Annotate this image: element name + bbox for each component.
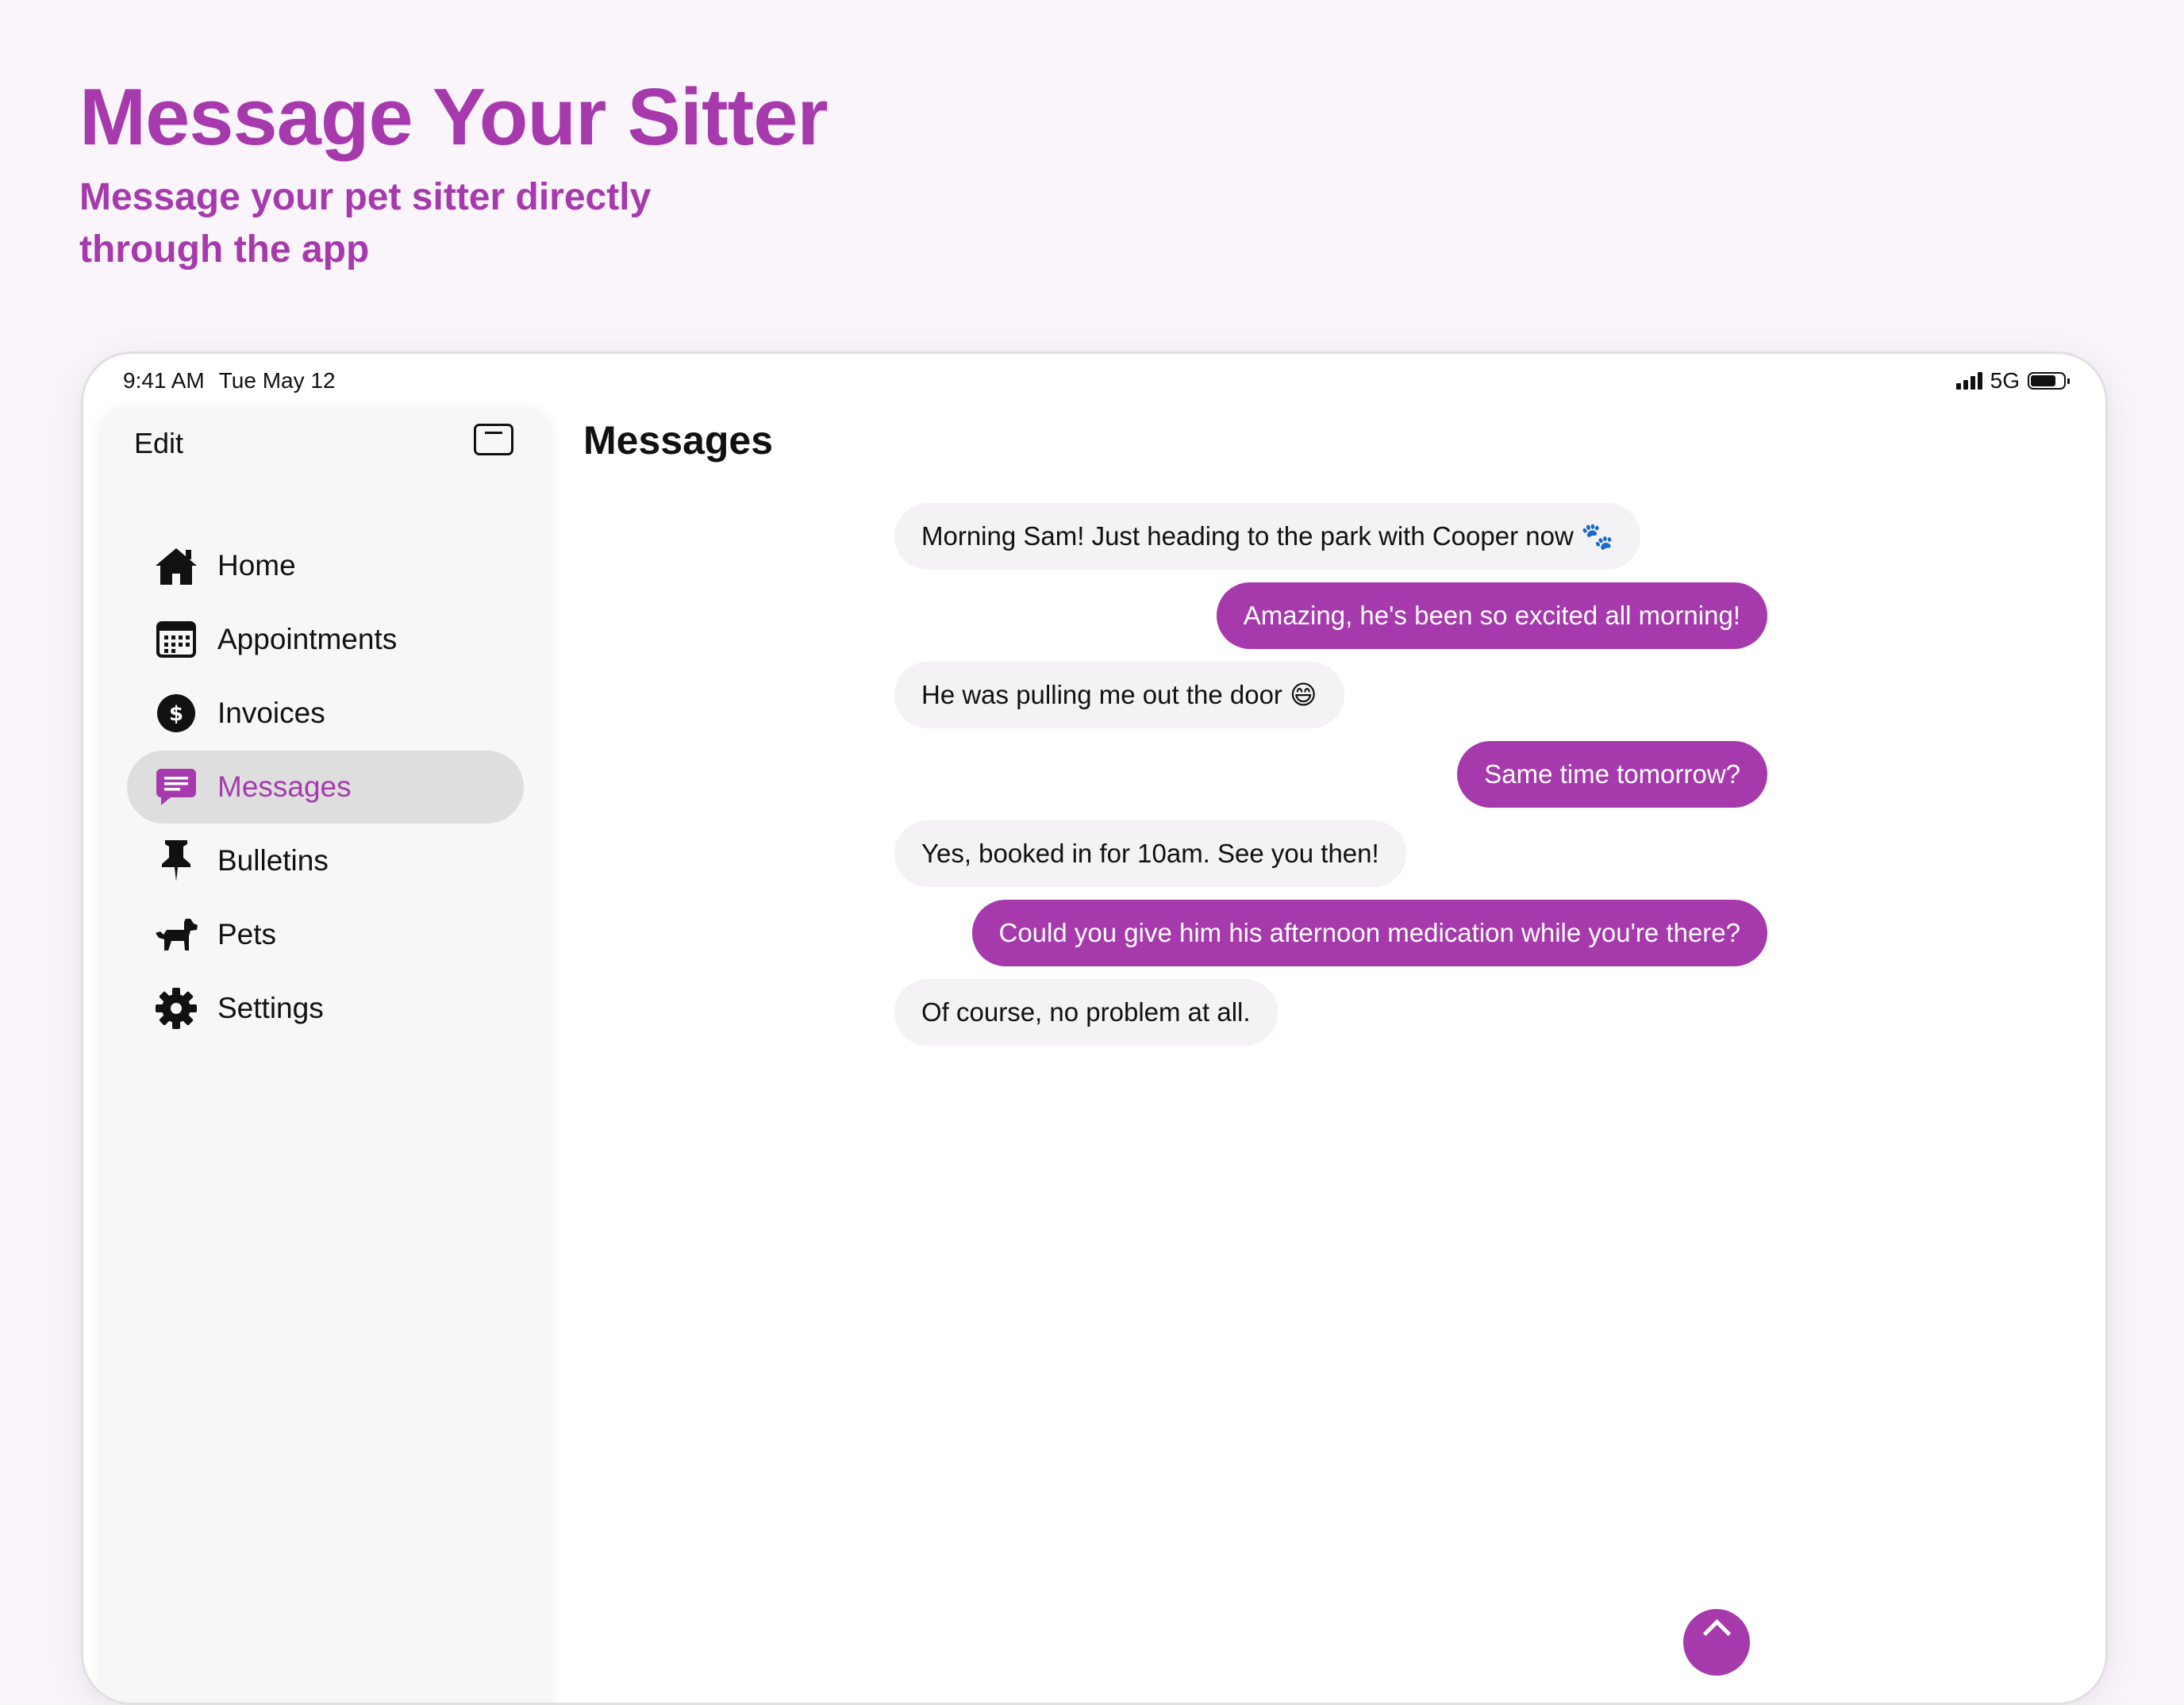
sidebar-item-label: Settings [217, 992, 324, 1024]
calendar-icon [154, 617, 198, 662]
sidebar: Edit Home Appointments $ Invoices Messag… [99, 406, 552, 1703]
battery-icon [2028, 372, 2070, 390]
page-title: Messages [583, 418, 774, 463]
sidebar-item-label: Home [217, 549, 296, 582]
outgoing-message-bubble[interactable]: Same time tomorrow? [1457, 741, 1767, 808]
outgoing-message-bubble[interactable]: Amazing, he's been so excited all mornin… [1216, 582, 1767, 649]
sidebar-item-home[interactable]: Home [127, 529, 524, 602]
sidebar-toggle-icon[interactable] [474, 424, 513, 455]
sidebar-item-pets[interactable]: Pets [127, 898, 524, 971]
sidebar-item-messages[interactable]: Messages [127, 751, 524, 824]
house-icon [154, 543, 198, 588]
incoming-message-bubble[interactable]: He was pulling me out the door 😄 [894, 662, 1344, 728]
sidebar-nav: Home Appointments $ Invoices Messages Bu… [127, 529, 524, 1046]
outgoing-message-bubble[interactable]: Could you give him his afternoon medicat… [971, 900, 1767, 966]
network-label: 5G [1990, 368, 2020, 393]
sidebar-item-label: Messages [217, 770, 352, 803]
pin-icon [154, 839, 198, 883]
status-time: 9:41 AM [123, 368, 205, 393]
sidebar-item-label: Pets [217, 918, 277, 950]
hero-title: Message Your Sitter [79, 73, 829, 162]
sidebar-item-bulletins[interactable]: Bulletins [127, 824, 524, 897]
dollar-circle-icon: $ [154, 691, 198, 735]
signal-icon [1955, 372, 1982, 390]
dog-icon [154, 912, 198, 957]
sidebar-item-appointments[interactable]: Appointments [127, 603, 524, 676]
hero-subtitle: Message your pet sitter directly through… [79, 176, 652, 271]
edit-button[interactable]: Edit [134, 427, 183, 460]
gear-icon [154, 986, 198, 1031]
status-clock: 9:41 AM Tue May 12 [123, 368, 336, 394]
sidebar-item-label: Bulletins [217, 844, 329, 877]
svg-text:$: $ [169, 702, 183, 726]
sidebar-item-label: Appointments [217, 623, 398, 655]
send-button[interactable] [1683, 1609, 1750, 1676]
incoming-message-bubble[interactable]: Of course, no problem at all. [894, 979, 1278, 1046]
ipad-frame: 9:41 AM Tue May 12 5G Edit Home Appointme… [81, 351, 2108, 1705]
status-date: Tue May 12 [218, 368, 336, 393]
sidebar-item-invoices[interactable]: $ Invoices [127, 677, 524, 750]
incoming-message-bubble[interactable]: Yes, booked in for 10am. See you then! [894, 820, 1406, 887]
sidebar-item-settings[interactable]: Settings [127, 972, 524, 1045]
message-bubble-icon [154, 765, 198, 809]
incoming-message-bubble[interactable]: Morning Sam! Just heading to the park wi… [894, 503, 1641, 570]
sidebar-item-label: Invoices [217, 697, 325, 729]
status-indicators: 5G [1955, 368, 2070, 394]
